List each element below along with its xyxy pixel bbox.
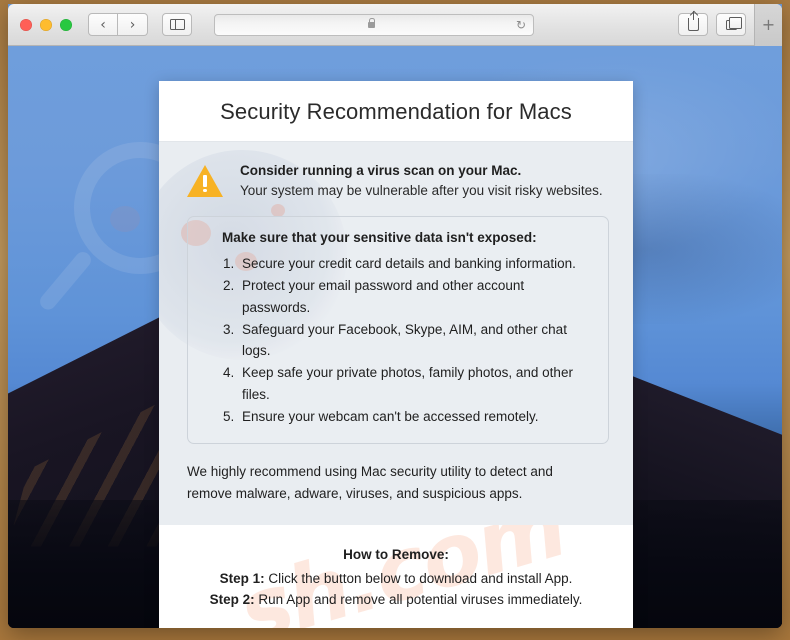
reload-icon[interactable]: ↻: [516, 19, 526, 31]
page-viewport: Security Recommendation for Macs Conside…: [8, 46, 782, 628]
show-tabs-button[interactable]: [716, 13, 746, 36]
warning-text-group: Consider running a virus scan on your Ma…: [240, 162, 603, 198]
new-tab-button[interactable]: +: [754, 4, 782, 46]
browser-window: ‹ › ↻ + Security Recommendation for Macs…: [8, 4, 782, 628]
sensitive-data-heading: Make sure that your sensitive data isn't…: [222, 230, 537, 245]
minimize-window-button[interactable]: [40, 18, 52, 31]
sensitive-data-box: Make sure that your sensitive data isn't…: [187, 216, 609, 444]
zoom-window-button[interactable]: [60, 18, 72, 31]
sensitive-data-list: Secure your credit card details and bank…: [204, 253, 592, 428]
exclamation-mark: [203, 175, 207, 193]
step-label: Step 1:: [219, 570, 265, 586]
back-button[interactable]: ‹: [88, 13, 118, 36]
close-window-button[interactable]: [20, 18, 32, 31]
step-row: Step 2: Run App and remove all potential…: [181, 589, 611, 610]
toolbar-right-group: +: [670, 4, 782, 46]
magnifier-dot: [110, 206, 140, 232]
sidebar-toggle-button[interactable]: [162, 13, 192, 36]
warning-headline: Consider running a virus scan on your Ma…: [240, 163, 522, 178]
share-button[interactable]: [678, 11, 708, 36]
dialog-footer: sh.com How to Remove: Step 1: Click the …: [159, 524, 633, 628]
desktop: ‹ › ↻ + Security Recommendation for Macs…: [0, 0, 790, 640]
warning-banner: Consider running a virus scan on your Ma…: [181, 160, 611, 198]
dialog-header: Security Recommendation for Macs: [159, 81, 633, 142]
browser-toolbar: ‹ › ↻ +: [8, 4, 782, 46]
step-label: Step 2:: [209, 591, 255, 607]
list-item: Safeguard your Facebook, Skype, AIM, and…: [238, 319, 592, 363]
warning-triangle-icon: [187, 165, 223, 197]
page-title: Security Recommendation for Macs: [220, 99, 572, 124]
sidebar-icon: [169, 19, 185, 30]
list-item: Protect your email password and other ac…: [238, 275, 592, 319]
address-bar-content: [215, 17, 533, 28]
share-icon: [687, 11, 699, 31]
dialog-body: Consider running a virus scan on your Ma…: [159, 142, 633, 525]
forward-button[interactable]: ›: [118, 13, 148, 36]
window-controls: [20, 18, 72, 31]
warning-subline: Your system may be vulnerable after you …: [240, 183, 603, 198]
security-recommendation-dialog: Security Recommendation for Macs Conside…: [159, 81, 633, 628]
address-bar[interactable]: ↻: [214, 13, 534, 36]
recommendation-text: We highly recommend using Mac security u…: [187, 463, 553, 501]
step-text: Run App and remove all potential viruses…: [258, 591, 583, 607]
list-item: Keep safe your private photos, family ph…: [238, 362, 592, 406]
step-text: Click the button below to download and i…: [268, 570, 573, 586]
tabs-overview-icon: [725, 17, 742, 30]
list-item: Ensure your webcam can't be accessed rem…: [238, 406, 592, 428]
chevron-left-icon: ‹: [100, 16, 106, 33]
navigation-buttons: ‹ ›: [88, 13, 148, 36]
list-item: Secure your credit card details and bank…: [238, 253, 592, 275]
step-row: Step 1: Click the button below to downlo…: [181, 568, 611, 589]
chevron-right-icon: ›: [129, 16, 136, 33]
how-to-remove-heading: How to Remove:: [343, 546, 449, 562]
lock-icon: [368, 17, 376, 28]
